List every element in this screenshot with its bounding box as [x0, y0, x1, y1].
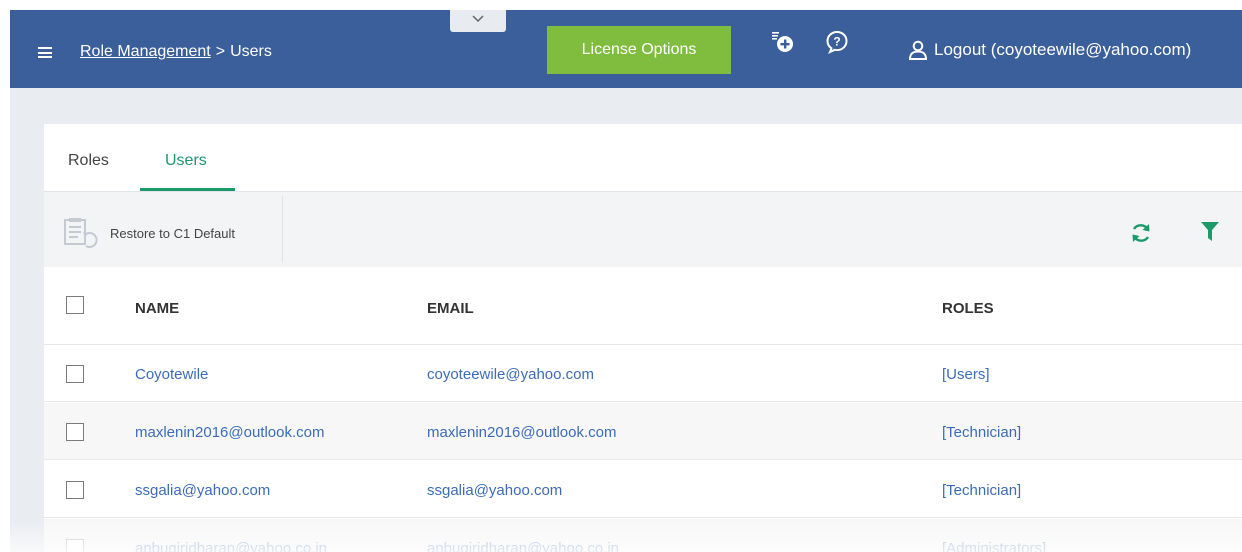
logout-link[interactable]: Logout (coyoteewile@yahoo.com) [934, 40, 1191, 60]
table-row: Coyotewile coyoteewile@yahoo.com [Users] [44, 345, 1242, 402]
user-email-link[interactable]: coyoteewile@yahoo.com [427, 366, 594, 383]
table-row: ssgalia@yahoo.com ssgalia@yahoo.com [Tec… [44, 461, 1242, 518]
column-header-name[interactable]: NAME [135, 300, 179, 317]
add-device-icon[interactable] [770, 31, 796, 53]
breadcrumb-separator: > [215, 43, 226, 60]
table-row: maxlenin2016@outlook.com maxlenin2016@ou… [44, 403, 1242, 460]
user-roles-link[interactable]: [Technician] [942, 424, 1021, 441]
help-icon[interactable]: ? [825, 30, 849, 54]
tab-roles[interactable]: Roles [68, 152, 109, 170]
tab-bar: Roles Users [44, 124, 1242, 192]
column-header-roles[interactable]: ROLES [942, 300, 994, 317]
svg-text:?: ? [833, 35, 840, 49]
toolbar: Restore to C1 Default [44, 192, 1242, 267]
license-options-button[interactable]: License Options [547, 26, 731, 74]
filter-icon[interactable] [1201, 222, 1219, 242]
user-email-link[interactable]: maxlenin2016@outlook.com [427, 424, 617, 441]
user-name-link[interactable]: Coyotewile [135, 366, 208, 383]
restore-default-button[interactable]: Restore to C1 Default [62, 216, 235, 250]
toolbar-divider [282, 196, 283, 263]
refresh-icon[interactable] [1130, 222, 1152, 244]
collapse-header-toggle[interactable] [450, 10, 506, 32]
breadcrumb-current: Users [230, 43, 272, 60]
top-bar: Role Management > Users License Options ? … [10, 10, 1242, 88]
user-name-link[interactable]: maxlenin2016@outlook.com [135, 424, 325, 441]
user-roles-link[interactable]: [Administrators] [942, 540, 1046, 552]
table-row: anbugiridharan@yahoo.co.in anbugiridhara… [44, 519, 1242, 552]
column-header-email[interactable]: EMAIL [427, 300, 474, 317]
restore-label: Restore to C1 Default [110, 225, 236, 241]
select-all-checkbox[interactable] [66, 296, 84, 314]
user-name-link[interactable]: anbugiridharan@yahoo.co.in [135, 540, 327, 552]
row-checkbox[interactable] [66, 365, 84, 383]
breadcrumb-role-management[interactable]: Role Management [80, 43, 211, 60]
active-tab-indicator [140, 188, 235, 191]
tab-users[interactable]: Users [165, 152, 207, 170]
breadcrumb: Role Management > Users [80, 43, 272, 61]
user-email-link[interactable]: anbugiridharan@yahoo.co.in [427, 540, 619, 552]
user-icon [908, 40, 928, 60]
user-roles-link[interactable]: [Technician] [942, 482, 1021, 499]
row-checkbox[interactable] [66, 423, 84, 441]
user-email-link[interactable]: ssgalia@yahoo.com [427, 482, 562, 499]
row-checkbox[interactable] [66, 539, 84, 552]
hamburger-icon[interactable] [38, 47, 52, 58]
table-header: NAME EMAIL ROLES [44, 267, 1242, 345]
user-name-link[interactable]: ssgalia@yahoo.com [135, 482, 270, 499]
users-panel: Roles Users Restore to C1 Default NAME E… [44, 124, 1242, 552]
restore-icon [64, 218, 98, 248]
left-strip [0, 0, 10, 552]
user-roles-link[interactable]: [Users] [942, 366, 990, 383]
chevron-down-icon [472, 15, 484, 23]
row-checkbox[interactable] [66, 481, 84, 499]
